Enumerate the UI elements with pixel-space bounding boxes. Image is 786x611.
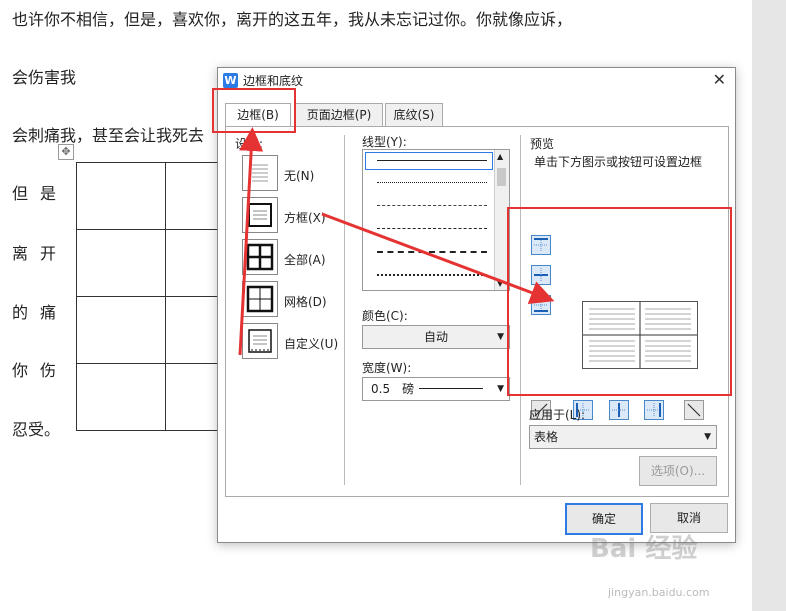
setting-grid-icon[interactable] xyxy=(242,281,278,317)
setting-all-label[interactable]: 全部(A) xyxy=(284,251,326,268)
bottom-border-icon[interactable] xyxy=(531,295,551,315)
setting-all-icon[interactable] xyxy=(242,239,278,275)
options-button[interactable]: 选项(O)... xyxy=(639,456,717,486)
close-icon[interactable]: ✕ xyxy=(713,70,726,89)
dialog-title: 边框和底纹 xyxy=(243,74,304,88)
scroll-up-icon[interactable]: ▲ xyxy=(497,152,503,161)
diagonal-down-border-icon[interactable] xyxy=(684,400,704,420)
line-style-list[interactable]: ▲ ▼ xyxy=(362,149,510,291)
dialog-titlebar[interactable]: W 边框和底纹 ✕ xyxy=(218,68,735,94)
column-divider xyxy=(520,135,521,485)
apply-to-dropdown[interactable]: 表格 ▼ xyxy=(529,425,717,449)
color-label: 颜色(C): xyxy=(362,309,408,323)
top-border-icon[interactable] xyxy=(531,235,551,255)
right-border-icon[interactable] xyxy=(644,400,664,420)
window-gutter xyxy=(752,0,786,611)
chevron-down-icon: ▼ xyxy=(497,384,504,394)
width-value: 0.5 磅 xyxy=(371,382,415,396)
color-value: 自动 xyxy=(423,330,448,344)
border-preview[interactable] xyxy=(582,301,698,369)
borders-shading-dialog: W 边框和底纹 ✕ 边框(B) 页面边框(P) 底纹(S) 设置: 无(N) 方… xyxy=(217,67,736,543)
tab-borders[interactable]: 边框(B) xyxy=(225,103,291,127)
line-style-scrollbar[interactable]: ▲ ▼ xyxy=(494,150,509,290)
doc-row-text: 但是 xyxy=(12,184,57,203)
apply-to-value: 表格 xyxy=(534,430,559,444)
width-sample-line xyxy=(419,388,483,389)
settings-heading: 设置: xyxy=(235,137,264,151)
setting-box-label[interactable]: 方框(X) xyxy=(284,209,326,226)
chevron-down-icon: ▼ xyxy=(497,332,504,342)
preview-hint: 单击下方图示或按钮可设置边框 xyxy=(534,155,703,169)
setting-custom-label[interactable]: 自定义(U) xyxy=(284,335,338,352)
color-dropdown[interactable]: 自动 ▼ xyxy=(362,325,510,349)
line-style-solid[interactable] xyxy=(377,160,487,161)
setting-box-icon[interactable] xyxy=(242,197,278,233)
preview-table-graphic xyxy=(583,302,697,368)
preview-label: 预览 xyxy=(530,137,555,151)
line-style-dashed-short[interactable] xyxy=(377,205,487,206)
line-style-label: 线型(Y): xyxy=(362,135,407,149)
apply-to-label: 应用于(L): xyxy=(529,408,586,422)
scroll-down-icon[interactable]: ▼ xyxy=(497,279,503,288)
inside-vertical-border-icon[interactable] xyxy=(609,400,629,420)
doc-row-text: 离开 xyxy=(12,244,57,263)
table-move-handle-icon[interactable]: ✥ xyxy=(58,144,74,160)
line-style-dotted[interactable] xyxy=(377,182,487,183)
line-style-dash-dot[interactable] xyxy=(377,274,487,276)
setting-none-icon[interactable] xyxy=(242,155,278,191)
line-style-dashed[interactable] xyxy=(377,228,487,229)
line-style-dash-long[interactable] xyxy=(377,251,487,253)
table-cell[interactable] xyxy=(76,296,166,364)
inside-horizontal-border-icon[interactable] xyxy=(531,265,551,285)
selected-style-highlight xyxy=(365,152,493,170)
doc-row-text: 你伤 xyxy=(12,361,57,380)
scroll-thumb[interactable] xyxy=(497,168,506,186)
setting-custom-icon[interactable] xyxy=(242,323,278,359)
column-divider xyxy=(344,135,345,485)
setting-none-label[interactable]: 无(N) xyxy=(284,167,314,184)
doc-paragraph-3: 会刺痛我，甚至会让我死去 xyxy=(12,126,205,145)
chevron-down-icon: ▼ xyxy=(704,432,711,442)
table-cell[interactable] xyxy=(76,363,166,431)
width-dropdown[interactable]: 0.5 磅 ▼ xyxy=(362,377,510,401)
table-cell[interactable] xyxy=(76,162,166,230)
doc-paragraph-1: 也许你不相信，但是，喜欢你，离开的这五年，我从未忘记过你。你就像应诉， xyxy=(12,10,573,29)
tab-page-borders[interactable]: 页面边框(P) xyxy=(295,103,383,126)
doc-paragraph-last: 忍受。 xyxy=(12,420,61,439)
watermark-url: jingyan.baidu.com xyxy=(608,586,710,599)
wps-logo-icon: W xyxy=(223,73,238,88)
setting-grid-label[interactable]: 网格(D) xyxy=(284,293,327,310)
doc-paragraph-2: 会伤害我 xyxy=(12,68,77,87)
watermark-brand: Bai 经验 xyxy=(590,534,698,564)
width-label: 宽度(W): xyxy=(362,361,412,375)
tab-shading[interactable]: 底纹(S) xyxy=(385,103,443,126)
table-cell[interactable] xyxy=(76,229,166,297)
doc-row-text: 的痛 xyxy=(12,303,57,322)
